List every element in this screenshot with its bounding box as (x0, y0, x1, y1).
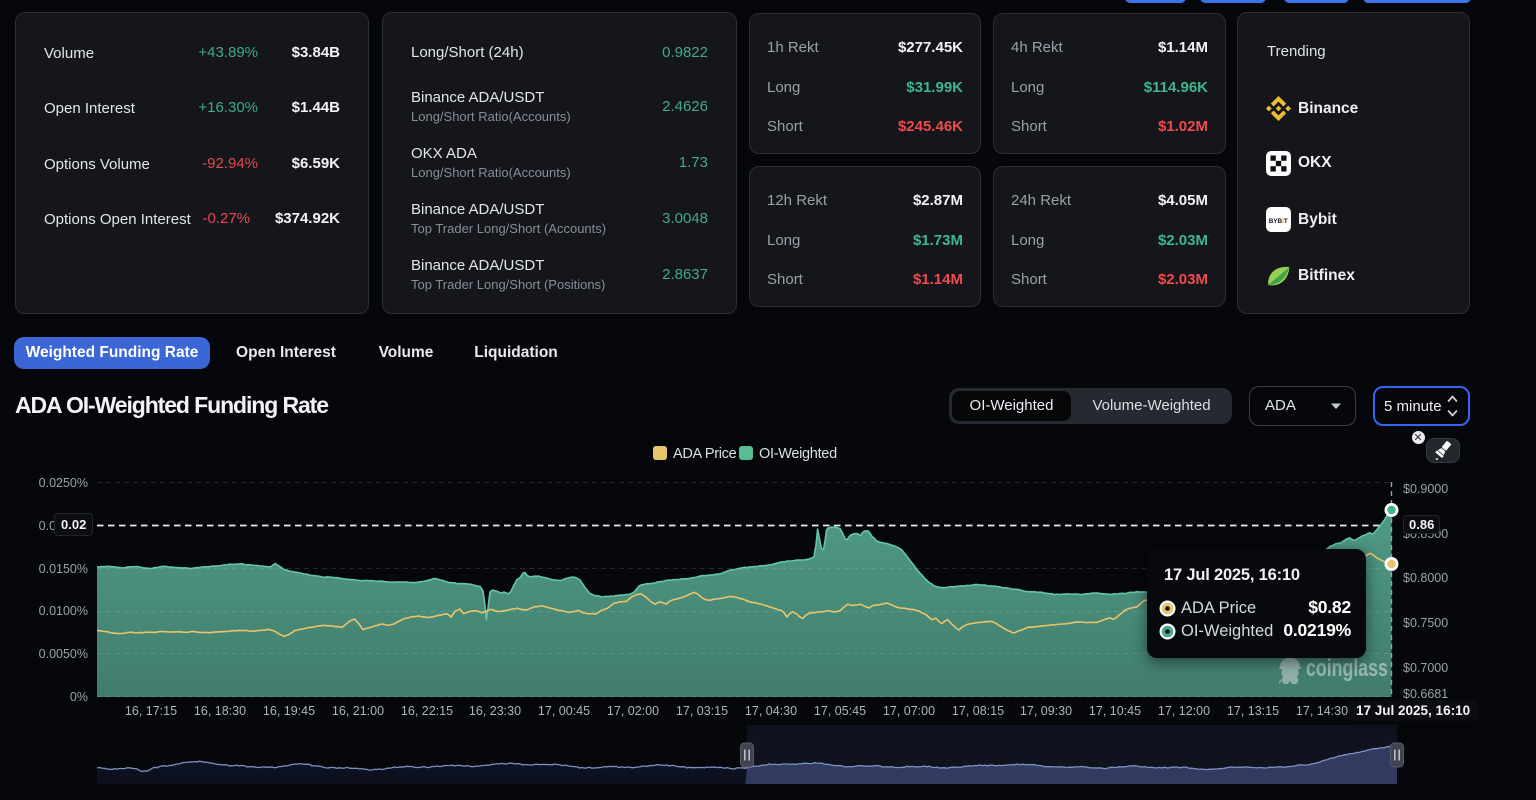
svg-text:BYBIT: BYBIT (1269, 218, 1288, 225)
